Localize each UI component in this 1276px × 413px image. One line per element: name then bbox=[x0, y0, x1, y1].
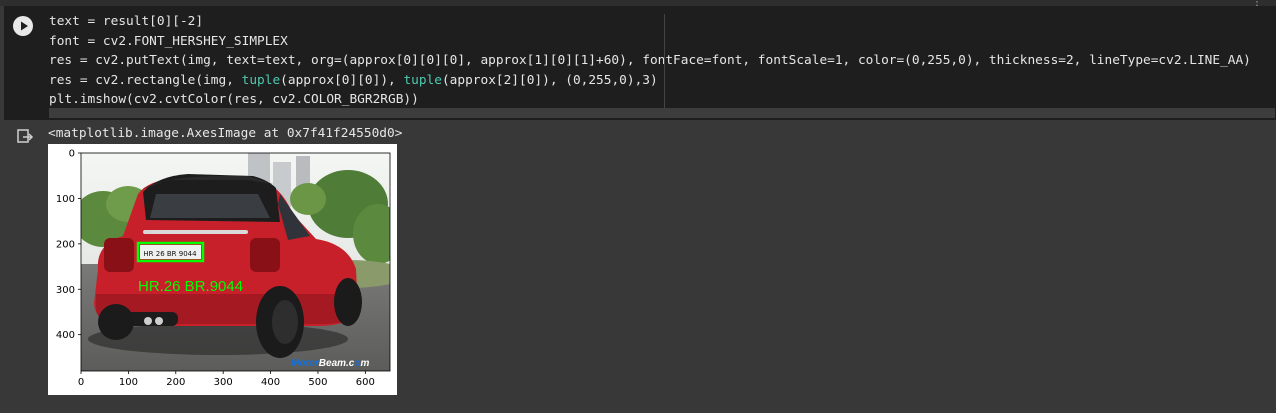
y-tick-label: 300 bbox=[56, 285, 75, 296]
ocr-overlay-text: HR.26 BR.9044 bbox=[138, 278, 243, 295]
x-tick-label: 100 bbox=[119, 377, 138, 388]
y-tick-label: 400 bbox=[56, 330, 75, 341]
code-line: text = result[0][-2] bbox=[49, 14, 204, 29]
y-tick-label: 0 bbox=[69, 149, 75, 160]
line-length-ruler bbox=[664, 14, 665, 118]
horizontal-scrollbar[interactable] bbox=[49, 108, 1275, 118]
output-arrow-icon[interactable] bbox=[16, 128, 34, 146]
play-icon bbox=[21, 21, 28, 31]
run-cell-button[interactable] bbox=[13, 16, 33, 36]
output-text: <matplotlib.image.AxesImage at 0x7f41f24… bbox=[48, 126, 403, 141]
x-tick-label: 600 bbox=[356, 377, 375, 388]
image-plot: HR 26 BR 9044 HR.26 BR.9044 MotorBeam.co… bbox=[56, 149, 391, 388]
watermark: MotorBeam.com bbox=[291, 358, 369, 369]
code-editor[interactable]: text = result[0][-2] font = cv2.FONT_HERS… bbox=[49, 12, 1251, 110]
plate-text: HR 26 BR 9044 bbox=[143, 250, 197, 258]
y-axis: 0 100 200 300 400 bbox=[56, 149, 81, 341]
y-tick-label: 100 bbox=[56, 194, 75, 205]
code-line: res = cv2.rectangle(img, tuple(approx[0]… bbox=[49, 72, 658, 88]
code-line: res = cv2.putText(img, text=text, org=(a… bbox=[49, 53, 1251, 69]
x-tick-label: 400 bbox=[261, 377, 280, 388]
x-tick-label: 0 bbox=[78, 377, 84, 388]
x-tick-label: 500 bbox=[308, 377, 327, 388]
x-tick-label: 200 bbox=[166, 377, 185, 388]
x-axis: 0 100 200 300 400 500 600 bbox=[78, 371, 375, 388]
y-tick-label: 200 bbox=[56, 239, 75, 250]
matplotlib-figure: HR 26 BR 9044 HR.26 BR.9044 MotorBeam.co… bbox=[48, 144, 397, 395]
x-tick-label: 300 bbox=[214, 377, 233, 388]
code-line: font = cv2.FONT_HERSHEY_SIMPLEX bbox=[49, 33, 288, 49]
car-photo: HR 26 BR 9044 HR.26 BR.9044 MotorBeam.co… bbox=[81, 153, 390, 371]
